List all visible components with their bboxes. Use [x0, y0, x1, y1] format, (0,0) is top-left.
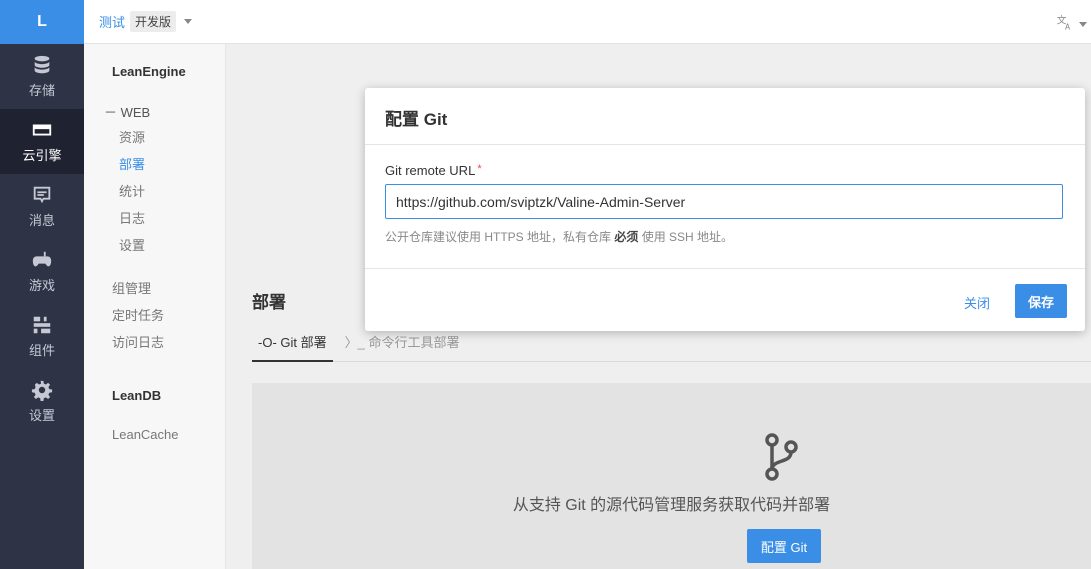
help-text-suffix: 使用 SSH 地址。 [638, 230, 734, 244]
app-logo[interactable]: L [0, 0, 84, 44]
dialog-body: Git remote URL* 公开仓库建议使用 HTTPS 地址，私有仓库 必… [365, 145, 1085, 269]
rail-item-storage[interactable]: 存储 [0, 44, 84, 109]
configure-git-dialog: 配置 Git Git remote URL* 公开仓库建议使用 HTTPS 地址… [365, 88, 1085, 331]
subnav-item-access-logs[interactable]: 访问日志 [84, 333, 225, 360]
env-badge: 开发版 [130, 11, 177, 32]
dialog-footer: 关闭 保存 [365, 269, 1085, 331]
rail-item-settings[interactable]: 设置 [0, 369, 84, 434]
rail-item-label: 存储 [28, 83, 55, 98]
subnav-title-leanengine: LeanEngine [112, 64, 186, 79]
required-marker: * [477, 163, 482, 175]
close-button[interactable]: 关闭 [964, 293, 990, 312]
cloud-engine-icon [31, 119, 53, 141]
save-button[interactable]: 保存 [1015, 284, 1067, 318]
tab-cli-deploy[interactable]: 〉_ 命令行工具部署 [339, 328, 466, 362]
deploy-tabs: -O- Git 部署 〉_ 命令行工具部署 [252, 328, 1091, 362]
subnav-item-scheduled-tasks[interactable]: 定时任务 [84, 306, 225, 333]
git-remote-url-input[interactable] [385, 184, 1063, 219]
gamepad-icon [31, 249, 53, 271]
message-icon [31, 184, 53, 206]
subnav-item-resources[interactable]: 资源 [84, 128, 225, 155]
app-switch-caret-icon[interactable] [184, 19, 193, 24]
rail-item-games[interactable]: 游戏 [0, 239, 84, 304]
subnav-item-leancache[interactable]: LeanCache [84, 425, 225, 452]
subnav-item-logs[interactable]: 日志 [84, 209, 225, 236]
rail-item-label: 游戏 [28, 278, 55, 293]
git-url-label: Git remote URL * [385, 163, 1065, 178]
chevron-down-icon [1079, 21, 1087, 27]
gear-icon [31, 379, 53, 401]
rail-item-label: 组件 [28, 343, 55, 358]
configure-git-button[interactable]: 配置 Git [747, 529, 821, 563]
rail-item-cloud-engine[interactable]: 云引擎 [0, 109, 84, 174]
deploy-empty-message: 从支持 Git 的源代码管理服务获取代码并部署 [512, 497, 831, 514]
dialog-title: 配置 Git [365, 88, 1085, 145]
subnav-item-group-management[interactable]: 组管理 [84, 279, 225, 306]
rail-item-label: 云引擎 [22, 148, 62, 163]
translate-icon: 文A [1056, 13, 1074, 35]
page-title: 部署 [252, 293, 286, 312]
subnav-item-stats[interactable]: 统计 [84, 182, 225, 209]
subnav-web-toggle[interactable]: － WEB [84, 102, 225, 122]
subnav-item-deploy[interactable]: 部署 [84, 155, 225, 182]
tab-git-deploy[interactable]: -O- Git 部署 [252, 328, 333, 362]
subnav-title-leandb: LeanDB [112, 388, 162, 403]
rail-item-label: 消息 [28, 213, 55, 228]
git-branch-icon [765, 433, 798, 481]
subnav-item-settings[interactable]: 设置 [84, 236, 225, 263]
rail-item-components[interactable]: 组件 [0, 304, 84, 369]
svg-text:A: A [1065, 23, 1071, 32]
database-icon [31, 54, 53, 76]
help-text-prefix: 公开仓库建议使用 HTTPS 地址，私有仓库 [385, 230, 615, 244]
rail-item-label: 设置 [28, 408, 55, 423]
rail-item-message[interactable]: 消息 [0, 174, 84, 239]
components-icon [31, 314, 53, 336]
help-text-emphasis: 必须 [614, 230, 639, 244]
git-url-help-text: 公开仓库建议使用 HTTPS 地址，私有仓库 必须 使用 SSH 地址。 [385, 228, 1065, 245]
primary-sidebar: L 存储 云引擎 消息 游戏 组件 设置 [0, 0, 84, 569]
app-name[interactable]: 测试 [99, 12, 125, 31]
secondary-sidebar: LeanEngine － WEB 资源 部署 统计 日志 设置 组管理 定时任务… [84, 44, 226, 569]
top-bar: 测试 开发版 文A [84, 0, 1091, 44]
git-url-label-text: Git remote URL [385, 163, 476, 178]
language-switcher[interactable]: 文A [1056, 13, 1087, 35]
git-deploy-empty-state: 从支持 Git 的源代码管理服务获取代码并部署 配置 Git [252, 383, 1091, 569]
